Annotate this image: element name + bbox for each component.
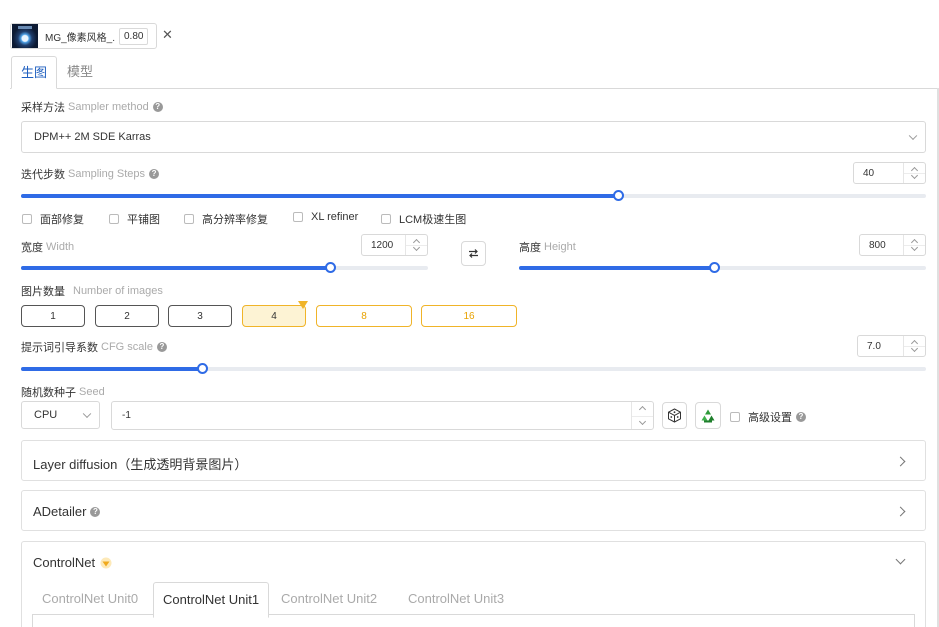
tab-generate[interactable]: 生图 (11, 56, 58, 89)
tab-bar-divider (10, 88, 939, 89)
advanced-settings-checkbox[interactable]: 高级设置? (730, 409, 806, 425)
height-slider[interactable] (519, 262, 926, 273)
checkbox-xl-refiner[interactable]: XL refiner (293, 211, 358, 223)
seed-device-select[interactable]: CPU (21, 401, 100, 429)
num-images-label: 图片数量 Number of images (21, 285, 163, 298)
sampler-label: 采样方法 Sampler method? (21, 99, 163, 115)
lora-thumbnail (12, 24, 38, 48)
num-images-16[interactable]: 16 (421, 305, 517, 327)
vip-diamond-icon (298, 301, 308, 309)
help-icon: ? (90, 506, 101, 517)
slider-thumb[interactable] (709, 262, 721, 273)
stepper-arrows[interactable] (903, 336, 925, 356)
slider-thumb[interactable] (197, 363, 208, 374)
help-icon: ? (156, 342, 167, 352)
steps-input[interactable]: 40 (853, 162, 926, 184)
reuse-seed-button[interactable] (695, 402, 721, 429)
tab-model[interactable]: 模型 (58, 56, 102, 89)
layer-diffusion-title: Layer diffusion（生成透明背景图片） (33, 457, 248, 472)
chevron-down-icon[interactable] (895, 554, 906, 565)
help-icon: ? (149, 169, 160, 179)
help-icon: ? (152, 102, 163, 112)
num-images-3[interactable]: 3 (168, 305, 232, 327)
random-seed-button[interactable] (662, 402, 687, 429)
controlnet-content-border (914, 614, 915, 627)
adetailer-panel[interactable]: ADetailer? (21, 490, 926, 531)
checkbox-tiling[interactable]: 平铺图 (109, 211, 160, 227)
width-label: 宽度 Width (21, 241, 75, 254)
height-label: 高度 Height (519, 241, 576, 254)
cfg-slider[interactable] (21, 363, 926, 374)
cfg-input[interactable]: 7.0 (857, 335, 926, 357)
tab-controlnet-unit3[interactable]: ControlNet Unit3 (408, 582, 504, 618)
sampler-select[interactable]: DPM++ 2M SDE Karras (21, 121, 926, 153)
controlnet-content-border (32, 614, 33, 627)
adetailer-title: ADetailer? (33, 504, 101, 519)
dice-icon (668, 408, 681, 423)
lora-chip[interactable]: MG_像素风格_... 0.80 (10, 23, 157, 49)
height-input[interactable]: 800 (859, 234, 926, 256)
width-input[interactable]: 1200 (361, 234, 428, 256)
lora-weight-input[interactable]: 0.80 (119, 27, 149, 45)
width-slider[interactable] (21, 262, 428, 273)
stepper-arrows[interactable] (405, 235, 427, 255)
checkbox-face-restore[interactable]: 面部修复 (22, 211, 84, 227)
stepper-arrows[interactable] (903, 163, 925, 183)
tab-controlnet-unit1[interactable]: ControlNet Unit1 (153, 582, 270, 618)
stepper-arrows[interactable] (903, 235, 925, 255)
close-icon[interactable]: ✕ (162, 28, 173, 42)
seed-label: 随机数种子 Seed (21, 386, 105, 399)
chevron-right-icon (895, 506, 906, 517)
swap-button[interactable] (461, 241, 486, 266)
chevron-right-icon (895, 456, 906, 467)
steps-label: 迭代步数 Sampling Steps? (21, 166, 160, 182)
lora-name: MG_像素风格_... (45, 32, 115, 44)
swap-arrows-icon (469, 249, 478, 258)
num-images-8[interactable]: 8 (316, 305, 412, 327)
tab-controlnet-unit2[interactable]: ControlNet Unit2 (281, 582, 377, 618)
checkbox-hires-fix[interactable]: 高分辨率修复 (184, 211, 268, 227)
cfg-label: 提示词引导系数 CFG scale? (21, 339, 167, 355)
num-images-1[interactable]: 1 (21, 305, 85, 327)
slider-thumb[interactable] (325, 262, 337, 273)
vip-badge-icon (100, 557, 112, 568)
chevron-down-icon (82, 409, 92, 419)
seed-input[interactable]: -1 (111, 401, 654, 430)
num-images-4[interactable]: 4 (242, 301, 308, 327)
steps-slider[interactable] (21, 190, 926, 201)
stepper-arrows[interactable] (631, 402, 653, 429)
help-icon: ? (796, 412, 806, 422)
slider-thumb[interactable] (613, 190, 625, 201)
recycle-icon (701, 409, 715, 422)
layer-diffusion-panel[interactable]: Layer diffusion（生成透明背景图片） (21, 440, 926, 481)
chevron-down-icon (908, 131, 918, 141)
sampler-value: DPM++ 2M SDE Karras (34, 131, 151, 143)
num-images-2[interactable]: 2 (95, 305, 159, 327)
controlnet-title[interactable]: ControlNet (33, 555, 113, 570)
tab-controlnet-unit0[interactable]: ControlNet Unit0 (42, 582, 138, 618)
checkbox-lcm[interactable]: LCM极速生图 (381, 211, 466, 227)
